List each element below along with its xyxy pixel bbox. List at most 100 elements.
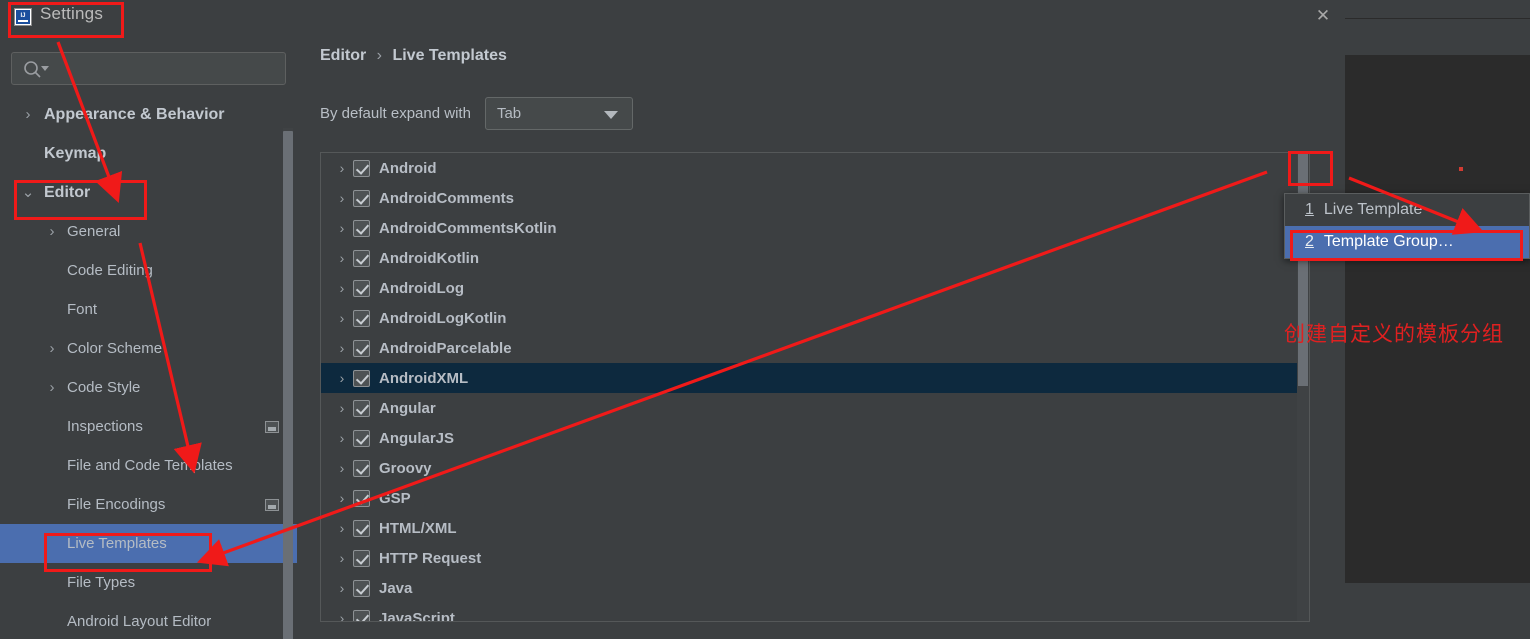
template-group-checkbox[interactable] bbox=[353, 279, 370, 297]
expand-with-select[interactable]: Tab bbox=[484, 97, 633, 130]
chevron-right-icon[interactable]: › bbox=[331, 280, 353, 296]
chevron-right-icon[interactable]: › bbox=[42, 224, 62, 239]
template-group-checkbox[interactable] bbox=[353, 579, 370, 597]
template-group-checkbox[interactable] bbox=[353, 399, 370, 417]
chevron-right-icon[interactable]: › bbox=[331, 490, 353, 506]
template-group-row[interactable]: › Groovy bbox=[321, 453, 1309, 483]
sidebar-item-label: General bbox=[67, 223, 121, 240]
search-input[interactable] bbox=[54, 53, 284, 84]
sidebar-item-label: File Encodings bbox=[67, 496, 166, 513]
template-group-row[interactable]: › AndroidXML bbox=[321, 363, 1309, 393]
sidebar-item-label: File Types bbox=[67, 574, 136, 591]
template-group-row[interactable]: › Android bbox=[321, 153, 1309, 183]
template-group-checkbox[interactable] bbox=[353, 189, 370, 207]
popup-menu-item[interactable]: 1 Live Template bbox=[1285, 194, 1529, 226]
template-group-checkbox[interactable] bbox=[353, 309, 370, 327]
template-group-name: Angular bbox=[379, 399, 436, 417]
template-group-checkbox[interactable] bbox=[353, 429, 370, 447]
expand-with-value: Tab bbox=[496, 105, 522, 122]
sidebar-item-label: Font bbox=[67, 301, 98, 318]
template-group-row[interactable]: › AndroidComments bbox=[321, 183, 1309, 213]
chevron-right-icon[interactable]: › bbox=[331, 430, 353, 446]
sidebar-item-appearance-behavior[interactable]: › Appearance & Behavior bbox=[0, 95, 297, 134]
chevron-right-icon[interactable]: › bbox=[42, 380, 62, 395]
template-group-checkbox[interactable] bbox=[353, 489, 370, 507]
template-group-checkbox[interactable] bbox=[353, 459, 370, 477]
template-group-checkbox[interactable] bbox=[353, 159, 370, 177]
template-group-name: AndroidLog bbox=[379, 279, 464, 297]
chevron-right-icon[interactable]: › bbox=[331, 160, 353, 176]
template-group-name: AndroidComments bbox=[379, 189, 514, 207]
sidebar-item-font[interactable]: Font bbox=[0, 290, 297, 329]
template-group-checkbox[interactable] bbox=[353, 339, 370, 357]
template-group-row[interactable]: › AngularJS bbox=[321, 423, 1309, 453]
search-icon bbox=[22, 60, 52, 78]
bg-tab-strip bbox=[1345, 19, 1530, 55]
breadcrumb-current: Live Templates bbox=[392, 47, 507, 64]
bg-marker-dot bbox=[1459, 167, 1463, 171]
template-group-row[interactable]: › Java bbox=[321, 573, 1309, 603]
template-group-row[interactable]: › AndroidLog bbox=[321, 273, 1309, 303]
template-group-row[interactable]: › GSP bbox=[321, 483, 1309, 513]
breadcrumb: Editor › Live Templates bbox=[320, 47, 507, 65]
template-group-row[interactable]: › AndroidLogKotlin bbox=[321, 303, 1309, 333]
chevron-right-icon[interactable]: › bbox=[331, 310, 353, 326]
sidebar-item-file-and-code-templates[interactable]: File and Code Templates bbox=[0, 446, 297, 485]
chevron-right-icon[interactable]: › bbox=[331, 400, 353, 416]
template-group-row[interactable]: › Angular bbox=[321, 393, 1309, 423]
chevron-right-icon[interactable]: › bbox=[331, 370, 353, 386]
chevron-right-icon[interactable]: › bbox=[331, 550, 353, 566]
sidebar-item-label: Code Style bbox=[67, 379, 141, 396]
sidebar-item-color-scheme[interactable]: › Color Scheme bbox=[0, 329, 297, 368]
search-field-wrapper[interactable] bbox=[11, 52, 286, 85]
sidebar-item-android-layout-editor[interactable]: Android Layout Editor bbox=[0, 602, 297, 639]
template-group-list: › Android › AndroidComments › AndroidComments… bbox=[320, 152, 1310, 622]
template-group-checkbox[interactable] bbox=[353, 219, 370, 237]
sidebar-scrollbar-thumb[interactable] bbox=[283, 131, 293, 639]
sidebar-item-label: Inspections bbox=[67, 418, 143, 435]
sidebar-item-code-style[interactable]: › Code Style bbox=[0, 368, 297, 407]
chevron-right-icon[interactable]: › bbox=[331, 520, 353, 536]
annotation-box-editor bbox=[14, 180, 147, 220]
template-group-name: Android bbox=[379, 159, 437, 177]
template-group-checkbox[interactable] bbox=[353, 609, 370, 621]
expand-with-label: By default expand with bbox=[320, 105, 471, 122]
chevron-down-icon bbox=[603, 111, 618, 119]
list-scrollbar-thumb[interactable] bbox=[1298, 154, 1308, 386]
template-group-name: HTML/XML bbox=[379, 519, 457, 537]
chevron-right-icon[interactable]: › bbox=[331, 250, 353, 266]
dialog-titlebar: IJ Settings ✕ bbox=[0, 0, 1345, 33]
chevron-right-icon[interactable]: › bbox=[42, 341, 62, 356]
breadcrumb-parent[interactable]: Editor bbox=[320, 47, 366, 64]
template-group-name: HTTP Request bbox=[379, 549, 482, 567]
template-group-row[interactable]: › AndroidCommentsKotlin bbox=[321, 213, 1309, 243]
chevron-right-icon[interactable]: › bbox=[331, 610, 353, 621]
template-group-checkbox[interactable] bbox=[353, 369, 370, 387]
bg-status-bar bbox=[1345, 583, 1530, 639]
chevron-right-icon[interactable]: › bbox=[331, 340, 353, 356]
template-group-checkbox[interactable] bbox=[353, 549, 370, 567]
sidebar-item-file-encodings[interactable]: File Encodings bbox=[0, 485, 297, 524]
template-group-row[interactable]: › HTML/XML bbox=[321, 513, 1309, 543]
breadcrumb-separator-icon: › bbox=[376, 47, 382, 64]
template-group-row[interactable]: › AndroidParcelable bbox=[321, 333, 1309, 363]
template-group-checkbox[interactable] bbox=[353, 519, 370, 537]
sidebar-item-code-editing[interactable]: Code Editing bbox=[0, 251, 297, 290]
annotation-box-live-templates bbox=[44, 533, 212, 572]
chevron-right-icon[interactable]: › bbox=[331, 460, 353, 476]
popup-item-mnemonic: 1 bbox=[1305, 201, 1314, 218]
template-group-row[interactable]: › JavaScript bbox=[321, 603, 1309, 621]
template-group-checkbox[interactable] bbox=[353, 249, 370, 267]
close-icon[interactable]: ✕ bbox=[1310, 2, 1336, 28]
template-group-row[interactable]: › HTTP Request bbox=[321, 543, 1309, 573]
chevron-right-icon[interactable]: › bbox=[18, 107, 38, 122]
chevron-right-icon[interactable]: › bbox=[331, 580, 353, 596]
template-group-row[interactable]: › AndroidKotlin bbox=[321, 243, 1309, 273]
template-group-name: Java bbox=[379, 579, 413, 597]
chevron-right-icon[interactable]: › bbox=[331, 220, 353, 236]
template-group-name: AndroidKotlin bbox=[379, 249, 479, 267]
chevron-right-icon[interactable]: › bbox=[331, 190, 353, 206]
sidebar-item-inspections[interactable]: Inspections bbox=[0, 407, 297, 446]
sidebar-item-keymap[interactable]: Keymap bbox=[0, 134, 297, 173]
sidebar-item-label: File and Code Templates bbox=[67, 457, 233, 474]
